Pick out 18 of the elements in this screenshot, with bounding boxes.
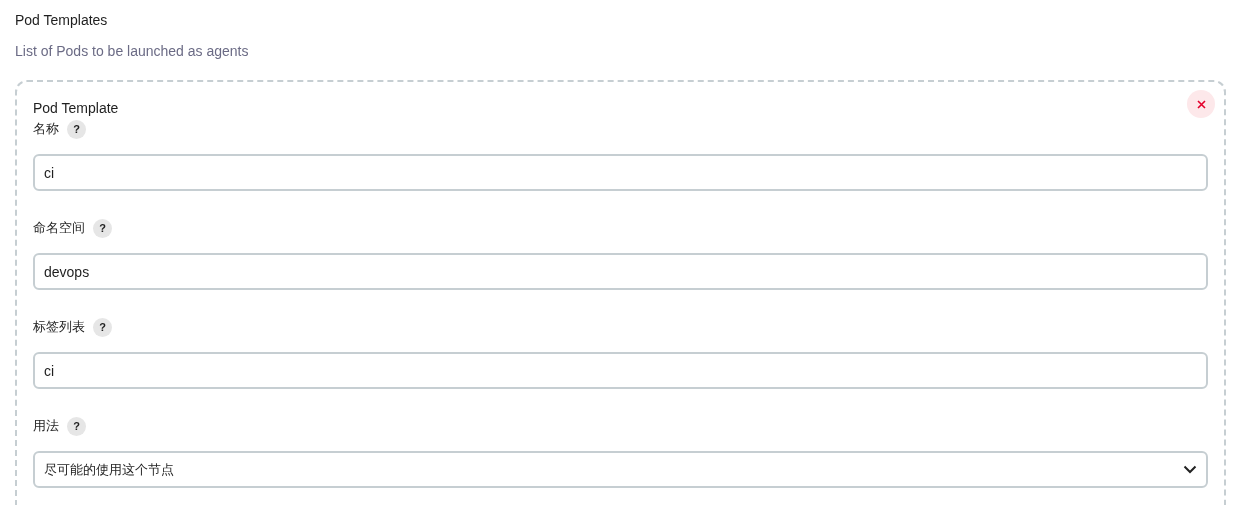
field-label: 命名空间 [33,219,85,238]
template-title: Pod Template [33,99,119,118]
close-button[interactable] [1187,90,1215,118]
field-label: 用法 [33,417,59,436]
text-field[interactable]: devops [33,253,1208,290]
help-button[interactable]: ? [93,317,112,337]
text-field[interactable]: ci [33,352,1208,389]
help-button[interactable]: ? [67,416,86,436]
field-label: 名称 [33,120,59,139]
close-icon [1196,99,1206,109]
help-button[interactable]: ? [67,119,86,139]
field-label: 标签列表 [33,318,85,337]
section-description: List of Pods to be launched as agents [15,42,250,61]
help-button[interactable]: ? [93,218,112,238]
chevron-down-icon [1183,465,1197,474]
section-title: Pod Templates [15,11,109,30]
text-field[interactable]: ci [33,154,1208,191]
usage-select[interactable]: 尽可能的使用这个节点 [33,451,1208,488]
